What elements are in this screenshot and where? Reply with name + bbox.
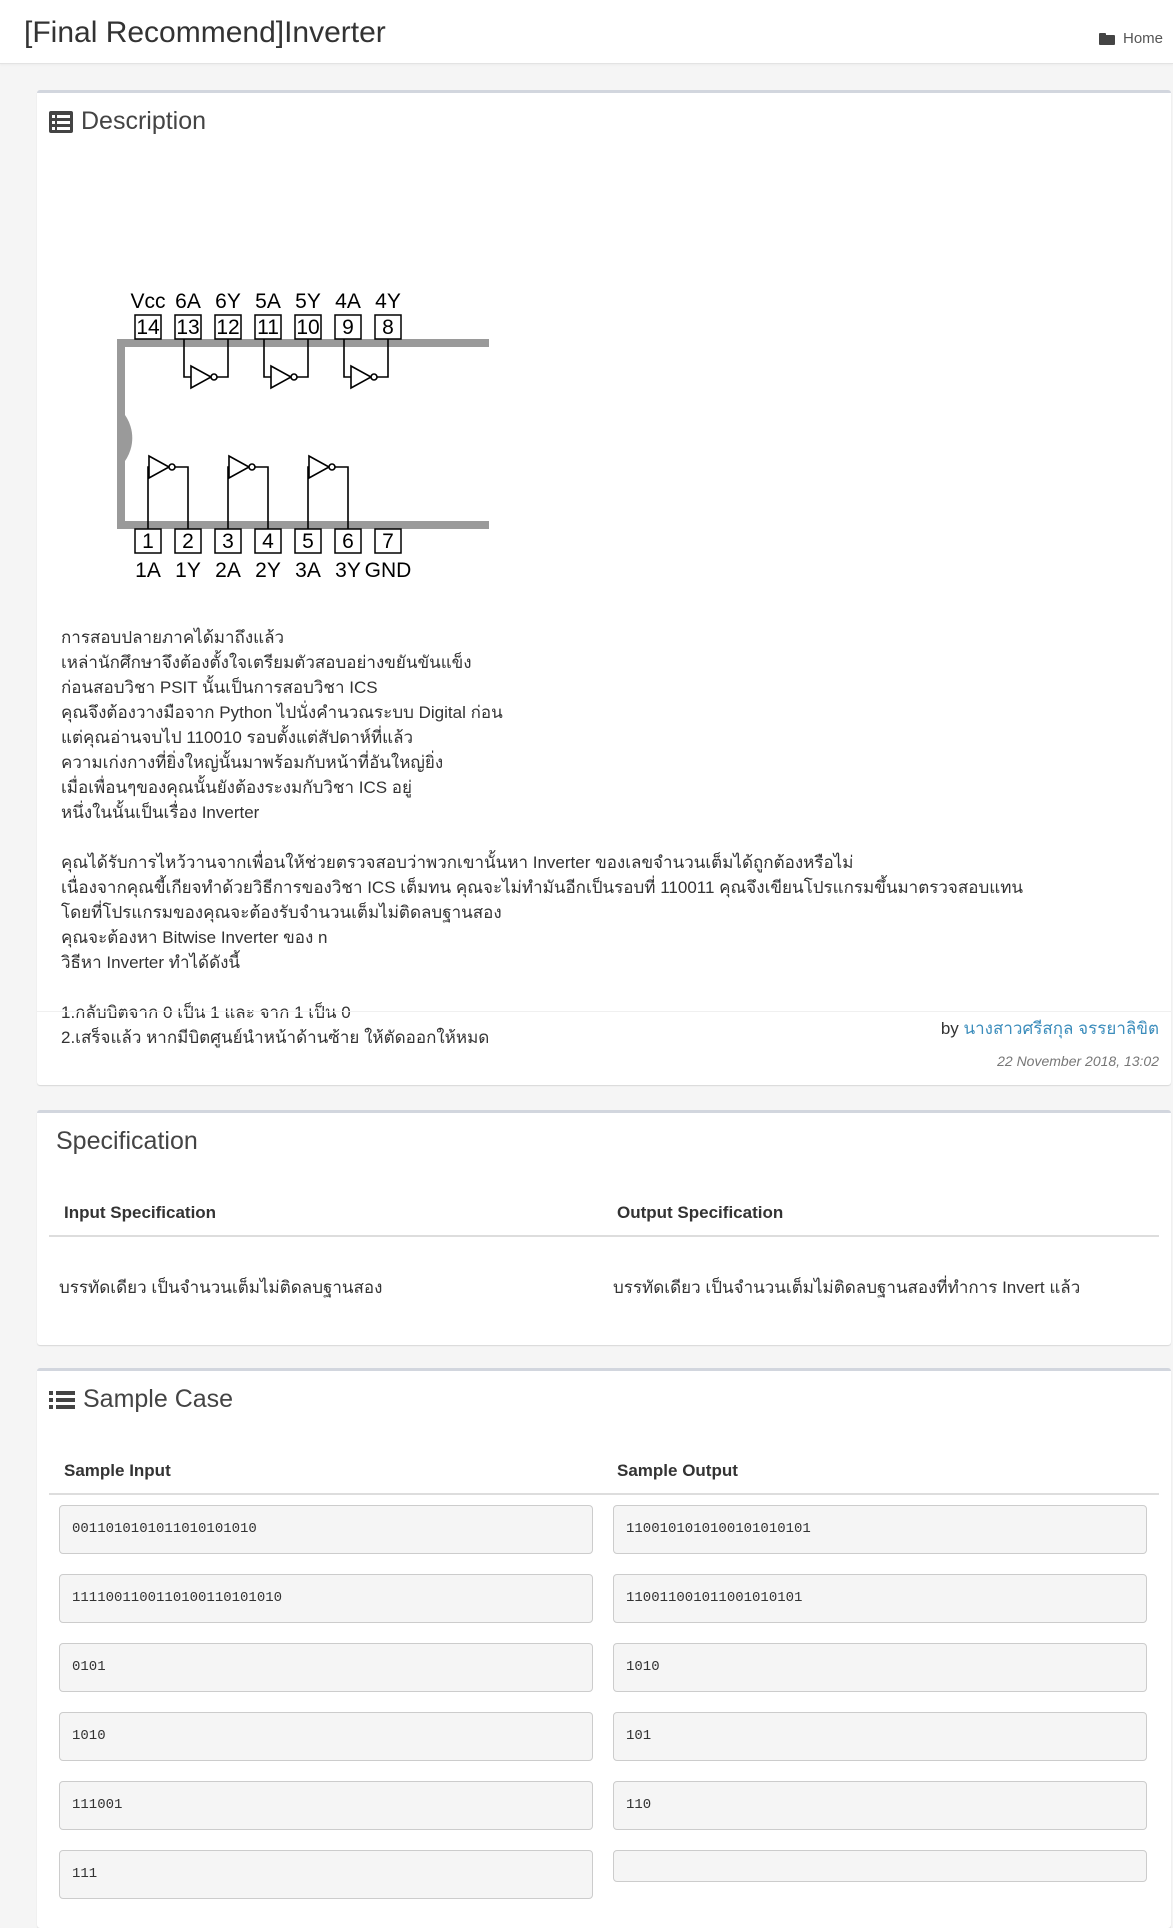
author-link[interactable]: นางสาวศรีสกุล จรรยาลิขิต	[964, 1019, 1159, 1038]
sample-input-block[interactable]: 111001	[59, 1781, 593, 1830]
sample-case-heading: Sample Case	[83, 1385, 234, 1413]
specification-box: Specification Input Specification Output…	[37, 1110, 1171, 1345]
top-pin-number: 8	[382, 316, 394, 339]
inverter-bubble	[248, 463, 256, 471]
top-pin-label: 6Y	[215, 290, 241, 313]
input-spec-header: Input Specification	[64, 1203, 217, 1222]
top-pin-number: 10	[296, 316, 319, 339]
sample-case-title: Sample Case	[49, 1385, 233, 1414]
breadcrumb-home-link[interactable]: Home	[1098, 30, 1163, 47]
author-line: by นางสาวศรีสกุล จรรยาลิขิต	[941, 1015, 1159, 1042]
sample-input-block[interactable]: 111	[59, 1850, 593, 1899]
description-paragraph-2: คุณได้รับการไหว้วานจากเพื่อนให้ช่วยตรวจส…	[61, 850, 1023, 975]
description-heading: Description	[81, 107, 207, 135]
inverter-bubble	[210, 373, 218, 381]
sample-input-block[interactable]: 0101	[59, 1643, 593, 1692]
sample-case-box: Sample Case Sample Input Sample Output 0…	[37, 1368, 1171, 1928]
description-text: การสอบปลายภาคได้มาถึงแล้วเหล่านักศึกษาจึ…	[61, 625, 1023, 1050]
bottom-pin-number: 1	[142, 530, 154, 553]
description-line: 1.กลับบิตจาก 0 เป็น 1 และ จาก 1 เป็น 0	[61, 1003, 351, 1022]
description-box: Description 14 Vcc 1 1A 13 6A 2 1Y 12 6Y 3 2A 11 5A 4 2…	[37, 90, 1171, 1085]
description-line: แต่คุณอ่านจบไป 110010 รอบตั้งแต่สัปดาห์ท…	[61, 728, 414, 747]
sample-input-header: Sample Input	[64, 1461, 171, 1480]
output-spec-header: Output Specification	[617, 1203, 784, 1222]
top-pin-number: 9	[342, 316, 354, 339]
inverter-ic-diagram: 14 Vcc 1 1A 13 6A 2 1Y 12 6Y 3 2A 11 5A 4 2Y 10 5Y 5 3A 9 4A 6…	[117, 290, 489, 582]
description-title: Description	[49, 107, 206, 136]
description-line: โดยที่โปรแกรมของคุณจะต้องรับจำนวนเต็มไม่…	[61, 903, 502, 922]
description-line: เมื่อเพื่อนๆของคุณนั้นยังต้องระงมกับวิชา…	[61, 778, 412, 797]
bottom-pin-number: 4	[262, 530, 274, 553]
description-line: วิธีหา Inverter ทำได้ดังนี้	[61, 953, 241, 972]
top-pin-label: 4A	[335, 290, 361, 313]
sample-input-block[interactable]: 0011010101011010101010	[59, 1505, 593, 1554]
top-pin-label: 6A	[175, 290, 201, 313]
sample-input-block[interactable]: 1010	[59, 1712, 593, 1761]
bottom-pin-number: 6	[342, 530, 354, 553]
sample-output-block[interactable]: 1010	[613, 1643, 1147, 1692]
inverter-bubble	[370, 373, 378, 381]
bottom-pin-label: 3A	[295, 559, 321, 582]
description-line: หนึ่งในนั้นเป็นเรื่อง Inverter	[61, 803, 260, 822]
page-title: [Final Recommend]Inverter	[24, 16, 386, 49]
inverter-bubble	[328, 463, 336, 471]
top-pin-number: 12	[216, 316, 239, 339]
sample-output-header: Sample Output	[617, 1461, 738, 1480]
list-alt-icon	[49, 110, 73, 133]
bottom-pin-label: 3Y	[335, 559, 361, 582]
bottom-pin-number: 7	[382, 530, 394, 553]
top-pin-label: 4Y	[375, 290, 401, 313]
bottom-pin-number: 2	[182, 530, 194, 553]
description-line: เนื่องจากคุณขี้เกียจทำด้วยวิธีการของวิชา…	[61, 878, 1024, 897]
sample-input-block[interactable]: 111100110011010011010101​0	[59, 1574, 593, 1623]
top-pin-number: 11	[257, 316, 279, 339]
folder-open-icon	[1098, 32, 1115, 45]
bottom-pin-label: GND	[365, 559, 412, 582]
description-paragraph-3: 1.กลับบิตจาก 0 เป็น 1 และ จาก 1 เป็น 0 2.…	[61, 1000, 1023, 1050]
description-line: คุณได้รับการไหว้วานจากเพื่อนให้ช่วยตรวจส…	[61, 853, 854, 872]
sample-output-block[interactable]	[613, 1850, 1147, 1882]
sample-table-rule	[49, 1493, 1159, 1495]
specification-title: Specification	[56, 1127, 198, 1156]
breadcrumb-home-label[interactable]: Home	[1123, 30, 1163, 47]
top-pin-number: 13	[176, 316, 199, 339]
description-line: การสอบปลายภาคได้มาถึงแล้ว	[61, 628, 285, 647]
description-line: เหล่านักศึกษาจึงต้องตั้งใจเตรียมตัวสอบอย…	[61, 653, 472, 672]
output-spec-text: บรรทัดเดียว เป็นจำนวนเต็มไม่ติดลบฐานสองท…	[613, 1278, 1081, 1297]
top-pin-label: 5A	[255, 290, 281, 313]
bottom-pin-number: 5	[302, 530, 314, 553]
description-line: คุณจึงต้องวางมือจาก Python ไปนั่งคำนวณระ…	[61, 703, 503, 722]
description-line: ก่อนสอบวิชา PSIT นั้นเป็นการสอบวิชา ICS	[61, 678, 378, 697]
list-ol-icon	[49, 1389, 75, 1411]
bottom-pin-number: 3	[222, 530, 234, 553]
sample-output-block[interactable]: 1100101010100101010101	[613, 1505, 1147, 1554]
chip-body-inner	[125, 347, 489, 521]
by-prefix: by	[940, 1019, 959, 1038]
sample-output-block[interactable]: 11001100101100101010​1	[613, 1574, 1147, 1623]
post-date: 22 November 2018, 13:02	[997, 1053, 1159, 1069]
bottom-pin-label: 1Y	[175, 559, 201, 582]
description-line: ความเก่งกางที่ยิ่งใหญ่นั้นมาพร้อมกับหน้า…	[61, 753, 444, 772]
top-pin-number: 14	[136, 316, 160, 339]
specification-heading: Specification	[56, 1127, 198, 1155]
description-line: 2.เสร็จแล้ว หากมีบิตศูนย์นำหน้าด้านซ้าย …	[61, 1028, 490, 1047]
description-line: คุณจะต้องหา Bitwise Inverter ของ n	[61, 928, 328, 947]
description-paragraph-1: การสอบปลายภาคได้มาถึงแล้วเหล่านักศึกษาจึ…	[61, 625, 1023, 825]
spec-table-rule	[49, 1235, 1159, 1237]
input-spec-text: บรรทัดเดียว เป็นจำนวนเต็มไม่ติดลบฐานสอง	[59, 1278, 383, 1297]
top-pin-label: 5Y	[295, 290, 321, 313]
top-header: [Final Recommend]Inverter Home	[0, 0, 1173, 64]
top-pin-label: Vcc	[130, 290, 165, 313]
inverter-bubble	[290, 373, 298, 381]
bottom-pin-label: 2A	[215, 559, 241, 582]
sample-output-block[interactable]: 101	[613, 1712, 1147, 1761]
sample-output-block[interactable]: 110	[613, 1781, 1147, 1830]
description-footer-divider	[37, 1011, 1171, 1012]
bottom-pin-label: 2Y	[255, 559, 281, 582]
inverter-bubble	[168, 463, 176, 471]
bottom-pin-label: 1A	[135, 559, 161, 582]
